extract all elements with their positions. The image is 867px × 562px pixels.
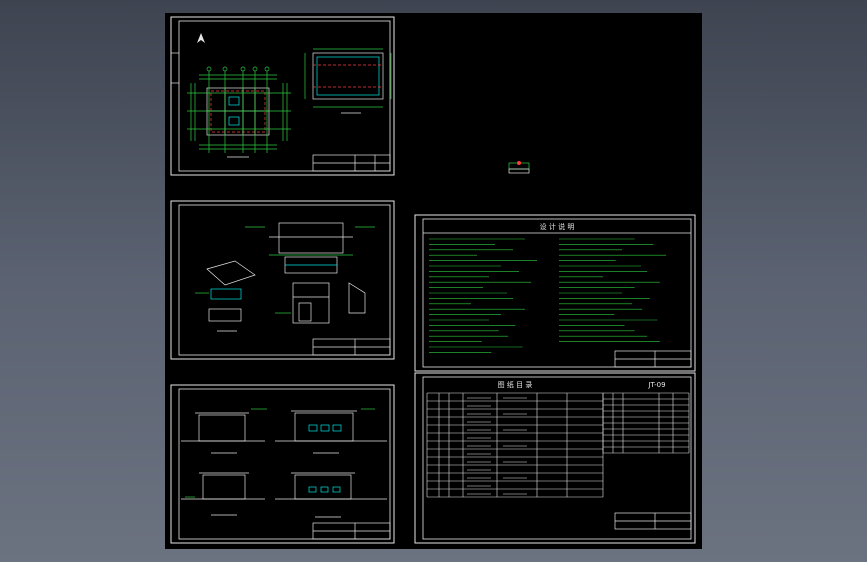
title-block [312, 338, 391, 356]
notes-text-block [429, 238, 667, 353]
north-arrow-icon [197, 33, 205, 43]
elevation-1 [181, 408, 267, 454]
title-block [312, 154, 391, 172]
sheet-sections-details[interactable] [170, 200, 395, 360]
detail-drawing-b [275, 282, 366, 324]
section-drawing [245, 222, 375, 274]
sheet-design-notes[interactable]: 设 计 说 明 [414, 214, 696, 372]
title-block [614, 512, 692, 530]
notes-title: 设 计 说 明 [540, 222, 575, 231]
elevation-2 [275, 408, 387, 454]
roof-plan-drawing [304, 48, 392, 114]
floor-plan-drawing [187, 66, 291, 158]
elevation-3 [181, 472, 265, 516]
schedule-title: 图 纸 目 录 [498, 380, 533, 389]
sheet-floor-plan[interactable] [170, 16, 395, 176]
sheet-elevations[interactable] [170, 384, 395, 544]
detail-drawing-a [195, 260, 256, 332]
drawing-viewport[interactable]: 设 计 说 明 图 纸 目 录 JT-09 [165, 13, 702, 549]
cursor-marker [508, 161, 530, 174]
sheet-drawing-schedule[interactable]: 图 纸 目 录 JT-09 [414, 372, 696, 544]
title-block [312, 522, 391, 540]
schedule-code: JT-09 [647, 381, 665, 389]
cad-canvas: 设 计 说 明 图 纸 目 录 JT-09 [170, 16, 696, 544]
schedule-table [426, 392, 690, 498]
elevation-4 [275, 472, 387, 518]
title-block [614, 350, 692, 368]
